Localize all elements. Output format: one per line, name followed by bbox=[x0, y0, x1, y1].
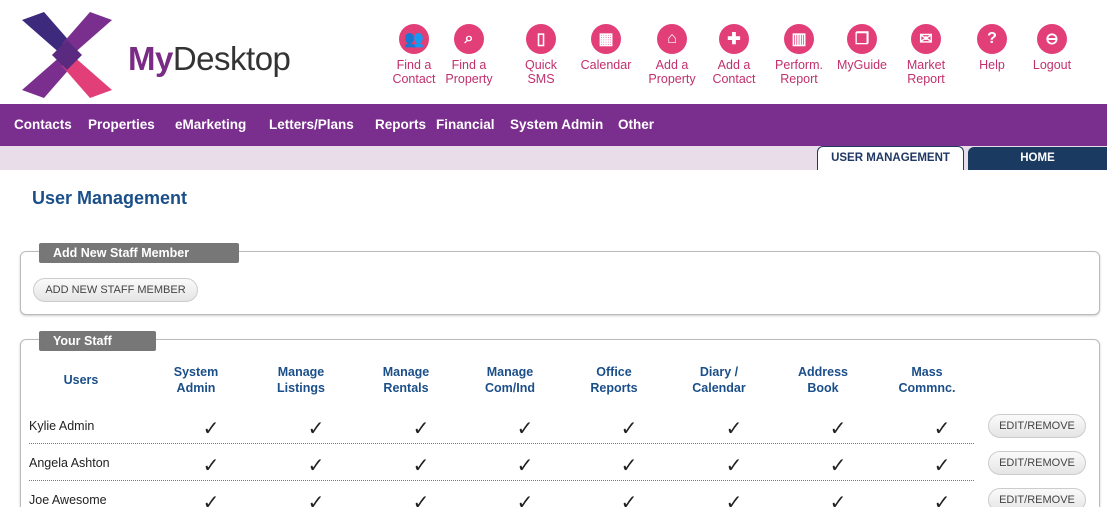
checkmark-icon: ✓ bbox=[829, 492, 847, 507]
checkmark-icon: ✓ bbox=[516, 455, 534, 477]
toolbar-add-property-button[interactable]: ⌂ Add a Property bbox=[642, 8, 702, 86]
guide-icon: ❐ bbox=[847, 24, 877, 54]
column-header: Mass Commnc. bbox=[898, 365, 956, 395]
column-header: Office Reports bbox=[590, 365, 638, 395]
toolbar-label: Quick SMS bbox=[525, 58, 557, 86]
checkmark-icon: ✓ bbox=[725, 455, 743, 477]
nav-item-financial[interactable]: Financial bbox=[436, 117, 495, 132]
search-icon: ⌕ bbox=[454, 24, 484, 54]
toolbar-label: Help bbox=[979, 58, 1005, 72]
help-icon: ? bbox=[977, 24, 1007, 54]
checkmark-icon: ✓ bbox=[725, 492, 743, 507]
nav-item-reports[interactable]: Reports bbox=[375, 117, 426, 132]
table-row: Kylie Admin ✓ ✓ ✓ ✓ ✓ ✓ ✓ ✓ EDIT/REMOVE bbox=[29, 410, 1091, 445]
user-name: Kylie Admin bbox=[29, 419, 95, 433]
mydesktop-logo-icon[interactable] bbox=[22, 12, 112, 98]
toolbar-label: Add a Property bbox=[648, 58, 696, 86]
user-name: Angela Ashton bbox=[29, 456, 110, 470]
logout-icon: ⊖ bbox=[1037, 24, 1067, 54]
tab-home[interactable]: HOME bbox=[968, 147, 1107, 170]
nav-item-properties[interactable]: Properties bbox=[88, 117, 155, 132]
brand-name: MyDesktop bbox=[128, 40, 291, 77]
nav-item-emarketing[interactable]: eMarketing bbox=[175, 117, 246, 132]
row-divider bbox=[29, 480, 974, 481]
checkmark-icon: ✓ bbox=[725, 418, 743, 440]
checkmark-icon: ✓ bbox=[933, 455, 951, 477]
checkmark-icon: ✓ bbox=[516, 492, 534, 507]
column-header: Diary / Calendar bbox=[692, 365, 746, 395]
toolbar-guide-button[interactable]: ❐ MyGuide bbox=[832, 8, 892, 72]
checkmark-icon: ✓ bbox=[516, 418, 534, 440]
app-header: MyDesktop 👥 Find a Contact ⌕ Find a Propert… bbox=[0, 0, 1107, 104]
column-header: Manage Listings bbox=[277, 365, 325, 395]
toolbar-phone-button[interactable]: ▯ Quick SMS bbox=[511, 8, 571, 86]
chart-icon: ▥ bbox=[784, 24, 814, 54]
toolbar-contact-search-button[interactable]: 👥 Find a Contact bbox=[384, 8, 444, 86]
table-row: Joe Awesome ✓ ✓ ✓ ✓ ✓ ✓ ✓ ✓ EDIT/REMOVE bbox=[29, 484, 1091, 507]
toolbar-help-button[interactable]: ? Help bbox=[962, 8, 1022, 72]
checkmark-icon: ✓ bbox=[412, 455, 430, 477]
toolbar-add-contact-button[interactable]: ✚ Add a Contact bbox=[704, 8, 764, 86]
toolbar-logout-button[interactable]: ⊖ Logout bbox=[1022, 8, 1082, 72]
checkmark-icon: ✓ bbox=[307, 455, 325, 477]
toolbar-calendar-button[interactable]: ▦ Calendar bbox=[576, 8, 636, 72]
column-header: Manage Com/Ind bbox=[485, 365, 535, 395]
panel-legend: Add New Staff Member bbox=[39, 243, 239, 263]
user-name: Joe Awesome bbox=[29, 493, 107, 507]
checkmark-icon: ✓ bbox=[202, 455, 220, 477]
nav-item-system-admin[interactable]: System Admin bbox=[510, 117, 603, 132]
calendar-icon: ▦ bbox=[591, 24, 621, 54]
edit-remove-button[interactable]: EDIT/REMOVE bbox=[988, 414, 1086, 438]
phone-icon: ▯ bbox=[526, 24, 556, 54]
add-property-icon: ⌂ bbox=[657, 24, 687, 54]
page-title: User Management bbox=[32, 188, 188, 208]
checkmark-icon: ✓ bbox=[202, 492, 220, 507]
nav-item-contacts[interactable]: Contacts bbox=[14, 117, 72, 132]
checkmark-icon: ✓ bbox=[620, 455, 638, 477]
contact-search-icon: 👥 bbox=[399, 24, 429, 54]
checkmark-icon: ✓ bbox=[412, 492, 430, 507]
toolbar-label: Calendar bbox=[580, 58, 632, 72]
toolbar-label: Market Report bbox=[906, 58, 946, 86]
column-header: System Admin bbox=[173, 365, 219, 395]
edit-remove-button[interactable]: EDIT/REMOVE bbox=[988, 488, 1086, 507]
mail-icon: ✉ bbox=[911, 24, 941, 54]
panel-legend: Your Staff bbox=[39, 331, 156, 351]
checkmark-icon: ✓ bbox=[933, 492, 951, 507]
your-staff-panel: Your Staff Users System Admin Manage List… bbox=[20, 331, 1100, 507]
toolbar-label: Perform. Report bbox=[775, 58, 823, 86]
checkmark-icon: ✓ bbox=[202, 418, 220, 440]
toolbar-label: Find a Contact bbox=[392, 58, 436, 86]
row-divider bbox=[29, 443, 974, 444]
checkmark-icon: ✓ bbox=[829, 418, 847, 440]
checkmark-icon: ✓ bbox=[307, 418, 325, 440]
checkmark-icon: ✓ bbox=[829, 455, 847, 477]
toolbar-chart-button[interactable]: ▥ Perform. Report bbox=[769, 8, 829, 86]
toolbar-label: Find a Property bbox=[445, 58, 493, 86]
checkmark-icon: ✓ bbox=[412, 418, 430, 440]
toolbar-mail-button[interactable]: ✉ Market Report bbox=[896, 8, 956, 86]
checkmark-icon: ✓ bbox=[620, 492, 638, 507]
add-staff-panel: Add New Staff Member ADD NEW STAFF MEMBE… bbox=[20, 243, 1100, 315]
tab-user-management[interactable]: USER MANAGEMENT bbox=[817, 146, 964, 170]
edit-remove-button[interactable]: EDIT/REMOVE bbox=[988, 451, 1086, 475]
checkmark-icon: ✓ bbox=[620, 418, 638, 440]
main-nav: Contacts Properties eMarketing Letters/Plan… bbox=[0, 104, 1107, 146]
table-row: Angela Ashton ✓ ✓ ✓ ✓ ✓ ✓ ✓ ✓ EDIT/REMOVE bbox=[29, 447, 1091, 482]
toolbar-label: Add a Contact bbox=[712, 58, 756, 86]
column-header: Address Book bbox=[797, 365, 849, 395]
nav-item-other[interactable]: Other bbox=[618, 117, 654, 132]
toolbar-label: Logout bbox=[1032, 58, 1072, 72]
add-contact-icon: ✚ bbox=[719, 24, 749, 54]
column-header: Manage Rentals bbox=[382, 365, 430, 395]
toolbar-label: MyGuide bbox=[836, 58, 888, 72]
toolbar-search-button[interactable]: ⌕ Find a Property bbox=[439, 8, 499, 86]
nav-item-letters-plans[interactable]: Letters/Plans bbox=[269, 117, 354, 132]
checkmark-icon: ✓ bbox=[307, 492, 325, 507]
add-staff-button[interactable]: ADD NEW STAFF MEMBER bbox=[33, 278, 198, 302]
checkmark-icon: ✓ bbox=[933, 418, 951, 440]
users-column-header: Users bbox=[63, 373, 99, 387]
